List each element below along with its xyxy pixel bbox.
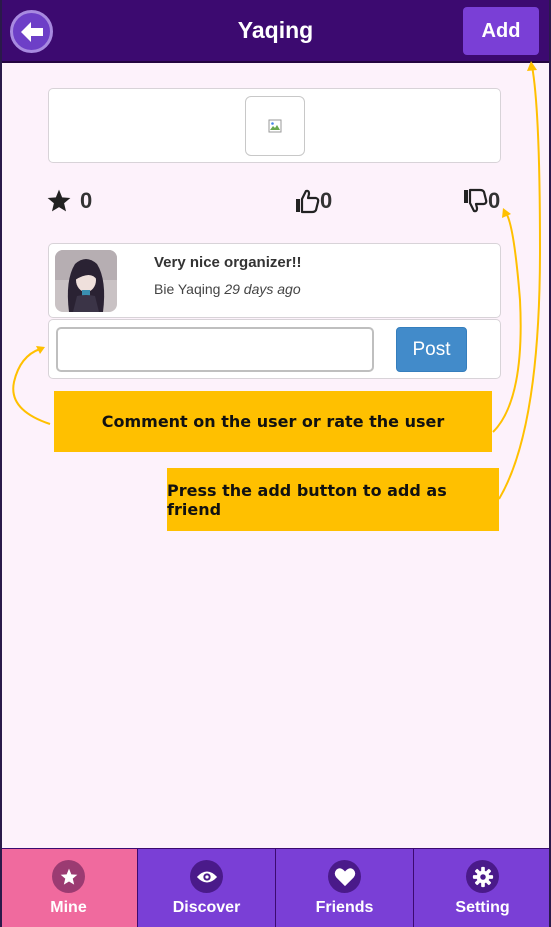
dislike-button[interactable]: 0 xyxy=(462,186,500,216)
comment-meta: Bie Yaqing 29 days ago xyxy=(154,281,301,297)
add-friend-button[interactable]: Add xyxy=(463,7,539,55)
add-hint-callout: Press the add button to add as friend xyxy=(167,468,499,531)
tab-label: Mine xyxy=(50,899,87,916)
dislikes-count: 0 xyxy=(488,188,501,213)
tab-label: Friends xyxy=(315,899,374,916)
tab-friends[interactable]: Friends xyxy=(276,848,414,927)
comment-text: Very nice organizer!! xyxy=(154,254,302,271)
comment-hint-callout: Comment on the user or rate the user xyxy=(54,391,492,452)
tab-mine[interactable]: Mine xyxy=(0,848,138,927)
top-bar: Yaqing Add xyxy=(0,0,551,63)
comment-composer: Post xyxy=(48,319,501,379)
star-icon xyxy=(52,860,85,893)
heart-icon xyxy=(328,860,361,893)
rating-stars[interactable]: 0 xyxy=(46,186,92,216)
broken-image-icon xyxy=(268,119,282,133)
thumbs-down-icon xyxy=(464,188,488,213)
star-icon xyxy=(47,189,71,212)
comment-input[interactable] xyxy=(56,327,374,372)
avatar-image xyxy=(55,250,117,312)
tab-discover[interactable]: Discover xyxy=(138,848,276,927)
profile-picture-card xyxy=(48,88,501,163)
profile-picture xyxy=(245,96,305,156)
bottom-nav: Mine Discover Friends Setting xyxy=(0,848,551,927)
tab-label: Discover xyxy=(172,899,241,916)
commenter-avatar[interactable] xyxy=(55,250,117,312)
stars-count: 0 xyxy=(80,188,93,213)
comment-time: 29 days ago xyxy=(224,281,301,297)
post-button[interactable]: Post xyxy=(396,327,467,372)
likes-count: 0 xyxy=(320,188,333,213)
tab-label: Setting xyxy=(455,899,510,916)
comment-author: Bie Yaqing xyxy=(154,281,221,297)
eye-icon xyxy=(190,860,223,893)
tab-setting[interactable]: Setting xyxy=(414,848,551,927)
thumbs-up-icon xyxy=(296,189,320,214)
comment-item: Very nice organizer!! Bie Yaqing 29 days… xyxy=(48,243,501,318)
gear-icon xyxy=(466,860,499,893)
like-button[interactable]: 0 xyxy=(294,186,332,216)
